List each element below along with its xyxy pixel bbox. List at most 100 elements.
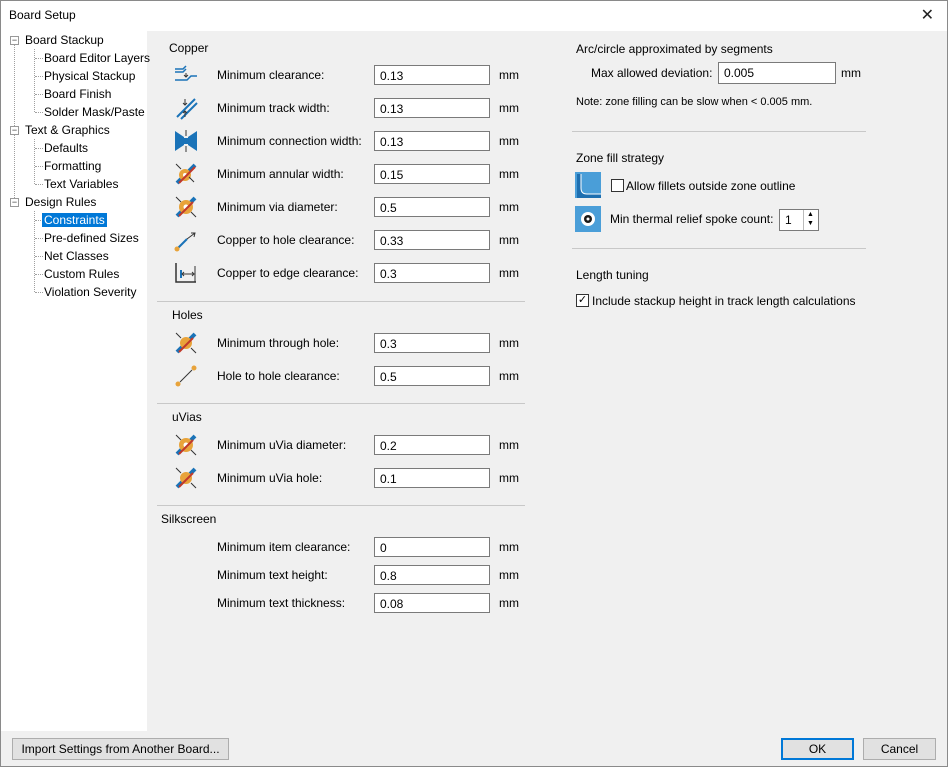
tree-item-design-rules[interactable]: Design Rules <box>25 193 96 211</box>
spoke-count-label: Min thermal relief spoke count: <box>610 212 774 226</box>
annular-width-icon <box>175 163 197 185</box>
allow-fillets-checkbox[interactable] <box>611 179 624 192</box>
thermal-relief-icon <box>575 206 601 232</box>
edge-clearance-icon <box>175 263 196 283</box>
unit-label: mm <box>499 233 519 247</box>
track-width-icon <box>176 98 198 120</box>
max-deviation-input[interactable]: 0.005 <box>718 62 836 84</box>
edge-clearance-input[interactable]: 0.3 <box>374 263 490 283</box>
copper-header: Copper <box>169 41 209 55</box>
uvia-hole-icon <box>175 467 197 489</box>
unit-label: mm <box>499 266 519 280</box>
cancel-button[interactable]: Cancel <box>863 738 936 760</box>
min-track-width-label: Minimum track width: <box>217 101 330 115</box>
min-annular-width-input[interactable]: 0.15 <box>374 164 490 184</box>
hole-to-hole-icon <box>175 365 197 387</box>
min-clearance-input[interactable]: 0.13 <box>374 65 490 85</box>
uvias-header: uVias <box>172 410 202 424</box>
tree-item-text-graphics[interactable]: Text & Graphics <box>25 121 110 139</box>
tree-item-physical-stackup[interactable]: Physical Stackup <box>44 67 135 85</box>
length-tuning-header: Length tuning <box>576 268 649 282</box>
tree-item-constraints[interactable]: Constraints <box>41 211 108 229</box>
tree-item-violation-severity[interactable]: Violation Severity <box>44 283 137 301</box>
button-bar: Import Settings from Another Board... OK… <box>0 731 948 767</box>
spin-down-icon[interactable]: ▼ <box>807 220 814 227</box>
connection-width-icon <box>175 130 197 152</box>
allow-fillets-label: Allow fillets outside zone outline <box>626 179 796 193</box>
hole-clearance-icon <box>174 232 196 252</box>
tree-item-board-stackup[interactable]: Board Stackup <box>25 31 104 49</box>
min-via-diameter-label: Minimum via diameter: <box>217 200 338 214</box>
tree-item-net-classes[interactable]: Net Classes <box>44 247 109 265</box>
min-uvia-hole-label: Minimum uVia hole: <box>217 471 323 485</box>
min-through-hole-label: Minimum through hole: <box>217 336 340 350</box>
tree-item-predefined-sizes[interactable]: Pre-defined Sizes <box>44 229 139 247</box>
title-bar: Board Setup ✕ <box>0 0 948 31</box>
unit-label: mm <box>499 200 519 214</box>
min-via-diameter-input[interactable]: 0.5 <box>374 197 490 217</box>
min-uvia-diameter-label: Minimum uVia diameter: <box>217 438 347 452</box>
unit-label: mm <box>499 471 519 485</box>
hole-clearance-label: Copper to hole clearance: <box>217 233 355 247</box>
edge-clearance-label: Copper to edge clearance: <box>217 266 359 280</box>
unit-label: mm <box>499 596 519 610</box>
min-through-hole-input[interactable]: 0.3 <box>374 333 490 353</box>
constraints-panel: Copper Minimum clearance: 0.13 mm Minimu… <box>147 31 947 731</box>
holes-header: Holes <box>172 308 203 322</box>
min-track-width-input[interactable]: 0.13 <box>374 98 490 118</box>
hole-to-hole-input[interactable]: 0.5 <box>374 366 490 386</box>
expander-icon[interactable]: − <box>10 36 19 45</box>
unit-label: mm <box>499 540 519 554</box>
tree-item-formatting[interactable]: Formatting <box>44 157 101 175</box>
min-uvia-hole-input[interactable]: 0.1 <box>374 468 490 488</box>
unit-label: mm <box>499 438 519 452</box>
separator <box>157 403 525 404</box>
uvia-diameter-icon <box>175 434 197 456</box>
expander-icon[interactable]: − <box>10 126 19 135</box>
min-clearance-label: Minimum clearance: <box>217 68 325 82</box>
min-text-height-input[interactable]: 0.8 <box>374 565 490 585</box>
spoke-count-value: 1 <box>785 213 792 227</box>
stackup-height-label: Include stackup height in track length c… <box>592 294 856 308</box>
hole-clearance-input[interactable]: 0.33 <box>374 230 490 250</box>
tree-item-board-finish[interactable]: Board Finish <box>44 85 111 103</box>
min-connection-width-label: Minimum connection width: <box>217 134 362 148</box>
settings-tree: − Board Stackup Board Editor Layers Phys… <box>1 31 150 731</box>
min-text-thickness-input[interactable]: 0.08 <box>374 593 490 613</box>
separator <box>572 131 866 132</box>
min-annular-width-label: Minimum annular width: <box>217 167 344 181</box>
silkscreen-header: Silkscreen <box>161 512 217 526</box>
unit-label: mm <box>499 568 519 582</box>
zone-fillet-icon <box>575 172 601 198</box>
tree-item-custom-rules[interactable]: Custom Rules <box>44 265 119 283</box>
tree-item-solder-mask-paste[interactable]: Solder Mask/Paste <box>44 103 145 121</box>
separator <box>572 248 866 249</box>
unit-label: mm <box>499 101 519 115</box>
max-deviation-label: Max allowed deviation: <box>591 66 713 80</box>
min-text-thickness-label: Minimum text thickness: <box>217 596 346 610</box>
unit-label: mm <box>499 167 519 181</box>
min-connection-width-input[interactable]: 0.13 <box>374 131 490 151</box>
via-diameter-icon <box>175 196 197 218</box>
tree-item-text-variables[interactable]: Text Variables <box>44 175 118 193</box>
ok-button[interactable]: OK <box>781 738 854 760</box>
spin-buttons[interactable]: ▲ ▼ <box>803 210 818 230</box>
import-settings-button[interactable]: Import Settings from Another Board... <box>12 738 229 760</box>
tree-item-defaults[interactable]: Defaults <box>44 139 88 157</box>
unit-label: mm <box>841 66 861 80</box>
spoke-count-spinner[interactable]: 1 ▲ ▼ <box>779 209 819 231</box>
min-text-height-label: Minimum text height: <box>217 568 328 582</box>
separator <box>157 301 525 302</box>
stackup-height-checkbox[interactable]: ✓ <box>576 294 589 307</box>
clearance-icon <box>175 65 197 81</box>
close-icon[interactable]: ✕ <box>921 5 934 25</box>
tree-item-board-editor-layers[interactable]: Board Editor Layers <box>44 49 150 67</box>
window-title: Board Setup <box>9 8 76 22</box>
unit-label: mm <box>499 68 519 82</box>
spin-up-icon[interactable]: ▲ <box>807 211 814 218</box>
expander-icon[interactable]: − <box>10 198 19 207</box>
through-hole-icon <box>175 332 197 354</box>
min-item-clearance-input[interactable]: 0 <box>374 537 490 557</box>
min-uvia-diameter-input[interactable]: 0.2 <box>374 435 490 455</box>
unit-label: mm <box>499 369 519 383</box>
